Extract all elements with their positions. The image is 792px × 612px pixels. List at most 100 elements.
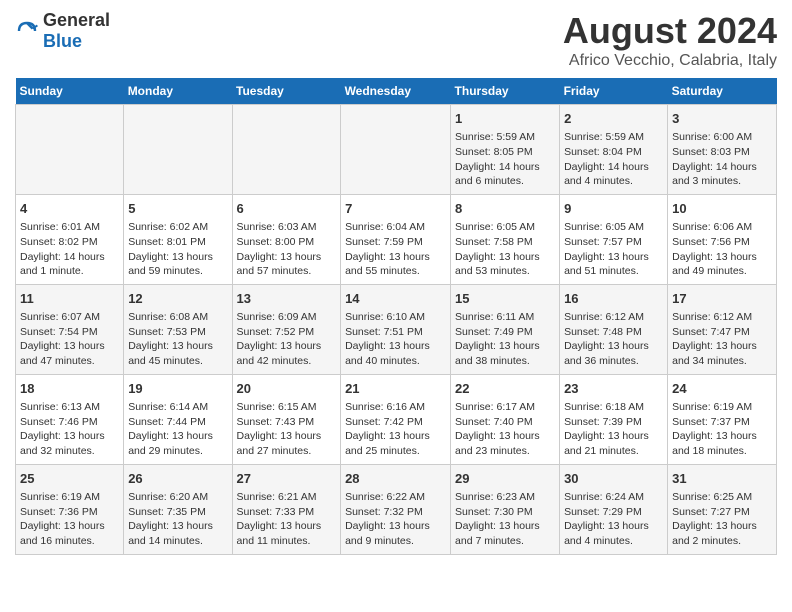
day-info: Sunrise: 6:23 AMSunset: 7:30 PMDaylight:…: [455, 490, 555, 549]
day-info: Sunrise: 6:05 AMSunset: 7:57 PMDaylight:…: [564, 220, 663, 279]
header-row: Sunday Monday Tuesday Wednesday Thursday…: [16, 78, 777, 105]
calendar-cell: 3 Sunrise: 6:00 AMSunset: 8:03 PMDaylight…: [668, 105, 777, 195]
day-number: 3: [672, 110, 772, 128]
calendar-cell: 1 Sunrise: 5:59 AMSunset: 8:05 PMDaylight…: [451, 105, 560, 195]
day-number: 16: [564, 290, 663, 308]
calendar-cell: 23Sunrise: 6:18 AMSunset: 7:39 PMDayligh…: [560, 374, 668, 464]
day-number: 30: [564, 470, 663, 488]
header-saturday: Saturday: [668, 78, 777, 105]
day-info: Sunrise: 6:21 AMSunset: 7:33 PMDaylight:…: [237, 490, 337, 549]
calendar-cell: 15 Sunrise: 6:11 AMSunset: 7:49 PMDayligh…: [451, 284, 560, 374]
calendar-cell: [341, 105, 451, 195]
header-friday: Friday: [560, 78, 668, 105]
logo-text: General Blue: [43, 10, 110, 52]
calendar-cell: 25Sunrise: 6:19 AMSunset: 7:36 PMDayligh…: [16, 464, 124, 554]
header-thursday: Thursday: [451, 78, 560, 105]
day-info: Sunrise: 6:06 AMSunset: 7:56 PMDaylight:…: [672, 220, 772, 279]
calendar-cell: 31 Sunrise: 6:25 AMSunset: 7:27 PMDayligh…: [668, 464, 777, 554]
day-info: Sunrise: 5:59 AMSunset: 8:04 PMDaylight:…: [564, 130, 663, 189]
calendar-week-4: 18 Sunrise: 6:13 AMSunset: 7:46 PMDayligh…: [16, 374, 777, 464]
day-info: Sunrise: 6:00 AMSunset: 8:03 PMDaylight:…: [672, 130, 772, 189]
header-monday: Monday: [124, 78, 232, 105]
day-number: 15: [455, 290, 555, 308]
logo-general: General: [43, 10, 110, 30]
day-number: 5: [128, 200, 227, 218]
calendar-cell: 27 Sunrise: 6:21 AMSunset: 7:33 PMDayligh…: [232, 464, 341, 554]
logo-blue: Blue: [43, 31, 82, 51]
calendar-cell: 21Sunrise: 6:16 AMSunset: 7:42 PMDayligh…: [341, 374, 451, 464]
calendar-cell: 7Sunrise: 6:04 AMSunset: 7:59 PMDaylight…: [341, 194, 451, 284]
calendar-cell: 22 Sunrise: 6:17 AMSunset: 7:40 PMDayligh…: [451, 374, 560, 464]
calendar-cell: 4Sunrise: 6:01 AMSunset: 8:02 PMDaylight…: [16, 194, 124, 284]
calendar-cell: 13 Sunrise: 6:09 AMSunset: 7:52 PMDayligh…: [232, 284, 341, 374]
logo-icon: [15, 19, 39, 43]
calendar-cell: 17 Sunrise: 6:12 AMSunset: 7:47 PMDayligh…: [668, 284, 777, 374]
calendar-cell: 29 Sunrise: 6:23 AMSunset: 7:30 PMDayligh…: [451, 464, 560, 554]
day-number: 31: [672, 470, 772, 488]
header-tuesday: Tuesday: [232, 78, 341, 105]
day-info: Sunrise: 6:24 AMSunset: 7:29 PMDaylight:…: [564, 490, 663, 549]
day-number: 11: [20, 290, 119, 308]
day-info: Sunrise: 6:12 AMSunset: 7:48 PMDaylight:…: [564, 310, 663, 369]
day-info: Sunrise: 6:03 AMSunset: 8:00 PMDaylight:…: [237, 220, 337, 279]
day-number: 10: [672, 200, 772, 218]
calendar-cell: 6 Sunrise: 6:03 AMSunset: 8:00 PMDaylight…: [232, 194, 341, 284]
day-info: Sunrise: 6:13 AMSunset: 7:46 PMDaylight:…: [20, 400, 119, 459]
calendar-cell: 11 Sunrise: 6:07 AMSunset: 7:54 PMDayligh…: [16, 284, 124, 374]
day-number: 13: [237, 290, 337, 308]
calendar-cell: [16, 105, 124, 195]
header-wednesday: Wednesday: [341, 78, 451, 105]
day-number: 24: [672, 380, 772, 398]
day-number: 8: [455, 200, 555, 218]
day-info: Sunrise: 6:25 AMSunset: 7:27 PMDaylight:…: [672, 490, 772, 549]
calendar-week-2: 4Sunrise: 6:01 AMSunset: 8:02 PMDaylight…: [16, 194, 777, 284]
day-info: Sunrise: 6:17 AMSunset: 7:40 PMDaylight:…: [455, 400, 555, 459]
calendar-cell: 9 Sunrise: 6:05 AMSunset: 7:57 PMDaylight…: [560, 194, 668, 284]
calendar-cell: 19Sunrise: 6:14 AMSunset: 7:44 PMDayligh…: [124, 374, 232, 464]
calendar-week-5: 25Sunrise: 6:19 AMSunset: 7:36 PMDayligh…: [16, 464, 777, 554]
calendar-cell: 28 Sunrise: 6:22 AMSunset: 7:32 PMDayligh…: [341, 464, 451, 554]
day-number: 17: [672, 290, 772, 308]
sub-title: Africo Vecchio, Calabria, Italy: [563, 52, 777, 70]
calendar-cell: [124, 105, 232, 195]
calendar-cell: 24Sunrise: 6:19 AMSunset: 7:37 PMDayligh…: [668, 374, 777, 464]
day-number: 29: [455, 470, 555, 488]
day-info: Sunrise: 5:59 AMSunset: 8:05 PMDaylight:…: [455, 130, 555, 189]
day-info: Sunrise: 6:20 AMSunset: 7:35 PMDaylight:…: [128, 490, 227, 549]
day-info: Sunrise: 6:19 AMSunset: 7:36 PMDaylight:…: [20, 490, 119, 549]
header-sunday: Sunday: [16, 78, 124, 105]
day-number: 6: [237, 200, 337, 218]
day-info: Sunrise: 6:09 AMSunset: 7:52 PMDaylight:…: [237, 310, 337, 369]
calendar-week-3: 11 Sunrise: 6:07 AMSunset: 7:54 PMDayligh…: [16, 284, 777, 374]
day-number: 28: [345, 470, 446, 488]
day-info: Sunrise: 6:11 AMSunset: 7:49 PMDaylight:…: [455, 310, 555, 369]
calendar-body: 1 Sunrise: 5:59 AMSunset: 8:05 PMDaylight…: [16, 105, 777, 555]
calendar-week-1: 1 Sunrise: 5:59 AMSunset: 8:05 PMDaylight…: [16, 105, 777, 195]
calendar-table: Sunday Monday Tuesday Wednesday Thursday…: [15, 78, 777, 555]
day-number: 9: [564, 200, 663, 218]
calendar-cell: 16 Sunrise: 6:12 AMSunset: 7:48 PMDayligh…: [560, 284, 668, 374]
day-info: Sunrise: 6:22 AMSunset: 7:32 PMDaylight:…: [345, 490, 446, 549]
day-number: 27: [237, 470, 337, 488]
calendar-cell: 18 Sunrise: 6:13 AMSunset: 7:46 PMDayligh…: [16, 374, 124, 464]
calendar-cell: 8 Sunrise: 6:05 AMSunset: 7:58 PMDaylight…: [451, 194, 560, 284]
day-number: 14: [345, 290, 446, 308]
day-number: 18: [20, 380, 119, 398]
day-info: Sunrise: 6:18 AMSunset: 7:39 PMDaylight:…: [564, 400, 663, 459]
day-info: Sunrise: 6:02 AMSunset: 8:01 PMDaylight:…: [128, 220, 227, 279]
day-number: 12: [128, 290, 227, 308]
day-number: 1: [455, 110, 555, 128]
logo: General Blue: [15, 10, 110, 52]
calendar-header: Sunday Monday Tuesday Wednesday Thursday…: [16, 78, 777, 105]
day-info: Sunrise: 6:10 AMSunset: 7:51 PMDaylight:…: [345, 310, 446, 369]
day-number: 22: [455, 380, 555, 398]
day-info: Sunrise: 6:12 AMSunset: 7:47 PMDaylight:…: [672, 310, 772, 369]
calendar-cell: 26 Sunrise: 6:20 AMSunset: 7:35 PMDayligh…: [124, 464, 232, 554]
day-number: 2: [564, 110, 663, 128]
calendar-cell: 20Sunrise: 6:15 AMSunset: 7:43 PMDayligh…: [232, 374, 341, 464]
day-info: Sunrise: 6:07 AMSunset: 7:54 PMDaylight:…: [20, 310, 119, 369]
day-info: Sunrise: 6:05 AMSunset: 7:58 PMDaylight:…: [455, 220, 555, 279]
day-number: 7: [345, 200, 446, 218]
day-number: 21: [345, 380, 446, 398]
day-number: 26: [128, 470, 227, 488]
